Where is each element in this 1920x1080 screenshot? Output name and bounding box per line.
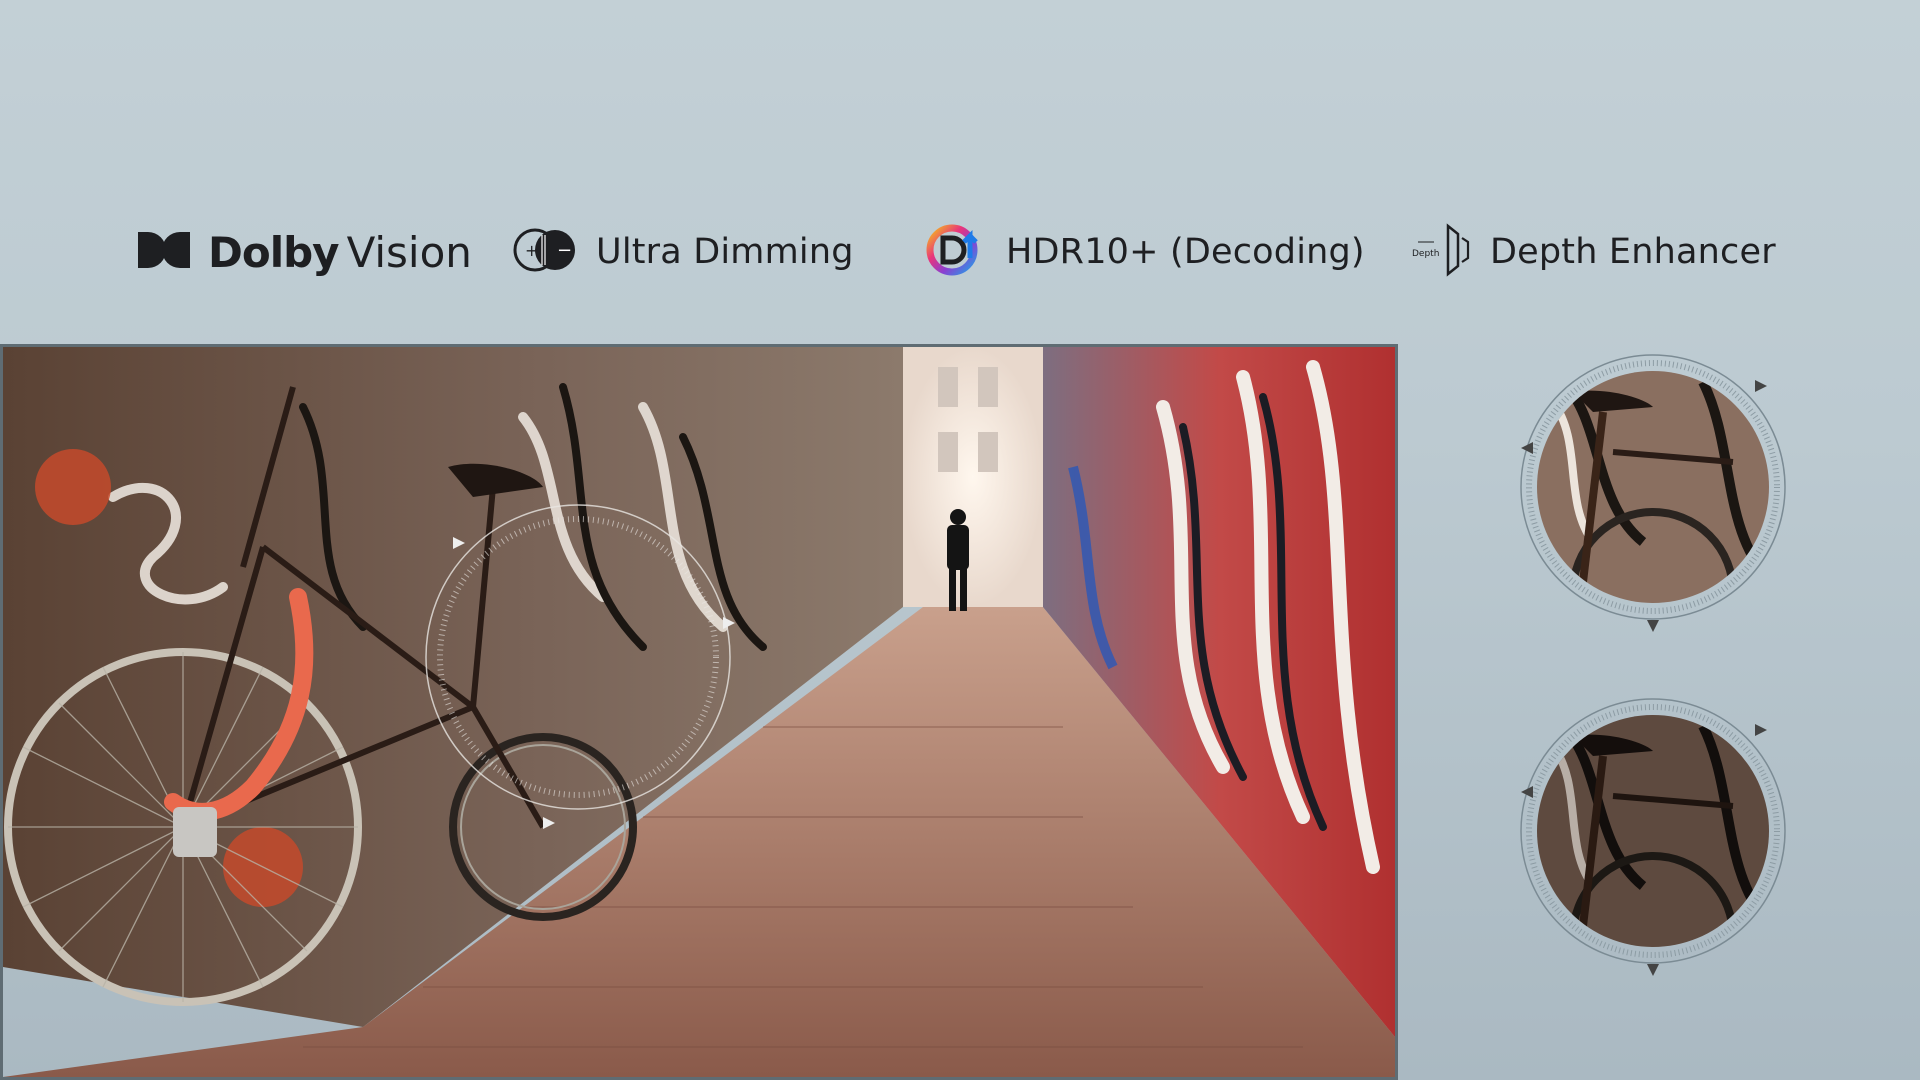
feature-ultra-dimming: + − Ultra Dimming bbox=[512, 212, 854, 292]
depth-icon-text: Depth bbox=[1412, 249, 1439, 259]
dimming-icon: + − bbox=[512, 227, 578, 278]
dolby-brand-text: Dolby bbox=[208, 227, 340, 277]
dolby-logo-icon bbox=[138, 231, 190, 273]
dolby-vision-text: Vision bbox=[346, 227, 472, 277]
hdr-logo-icon bbox=[926, 224, 988, 281]
alley-photo bbox=[0, 344, 1398, 1080]
depth-enhancer-label: Depth Enhancer bbox=[1490, 232, 1776, 272]
depth-speaker-icon: Depth bbox=[1412, 220, 1472, 285]
svg-text:+: + bbox=[525, 241, 538, 260]
zoom-circle-original bbox=[1503, 686, 1803, 986]
feature-depth-enhancer: Depth Depth Enhancer bbox=[1412, 212, 1776, 292]
hdr10-plus-label: HDR10+ (Decoding) bbox=[1006, 232, 1365, 272]
ultra-dimming-label: Ultra Dimming bbox=[596, 232, 854, 272]
feature-hdr10-plus: HDR10+ (Decoding) bbox=[926, 212, 1365, 292]
svg-text:−: − bbox=[557, 240, 572, 261]
zoom-circle-enhanced bbox=[1503, 342, 1803, 642]
feature-dolby-vision: Dolby Vision bbox=[138, 212, 472, 292]
feature-bar: Dolby Vision + − Ultra Dimming HDR10+ (D… bbox=[0, 212, 1920, 292]
